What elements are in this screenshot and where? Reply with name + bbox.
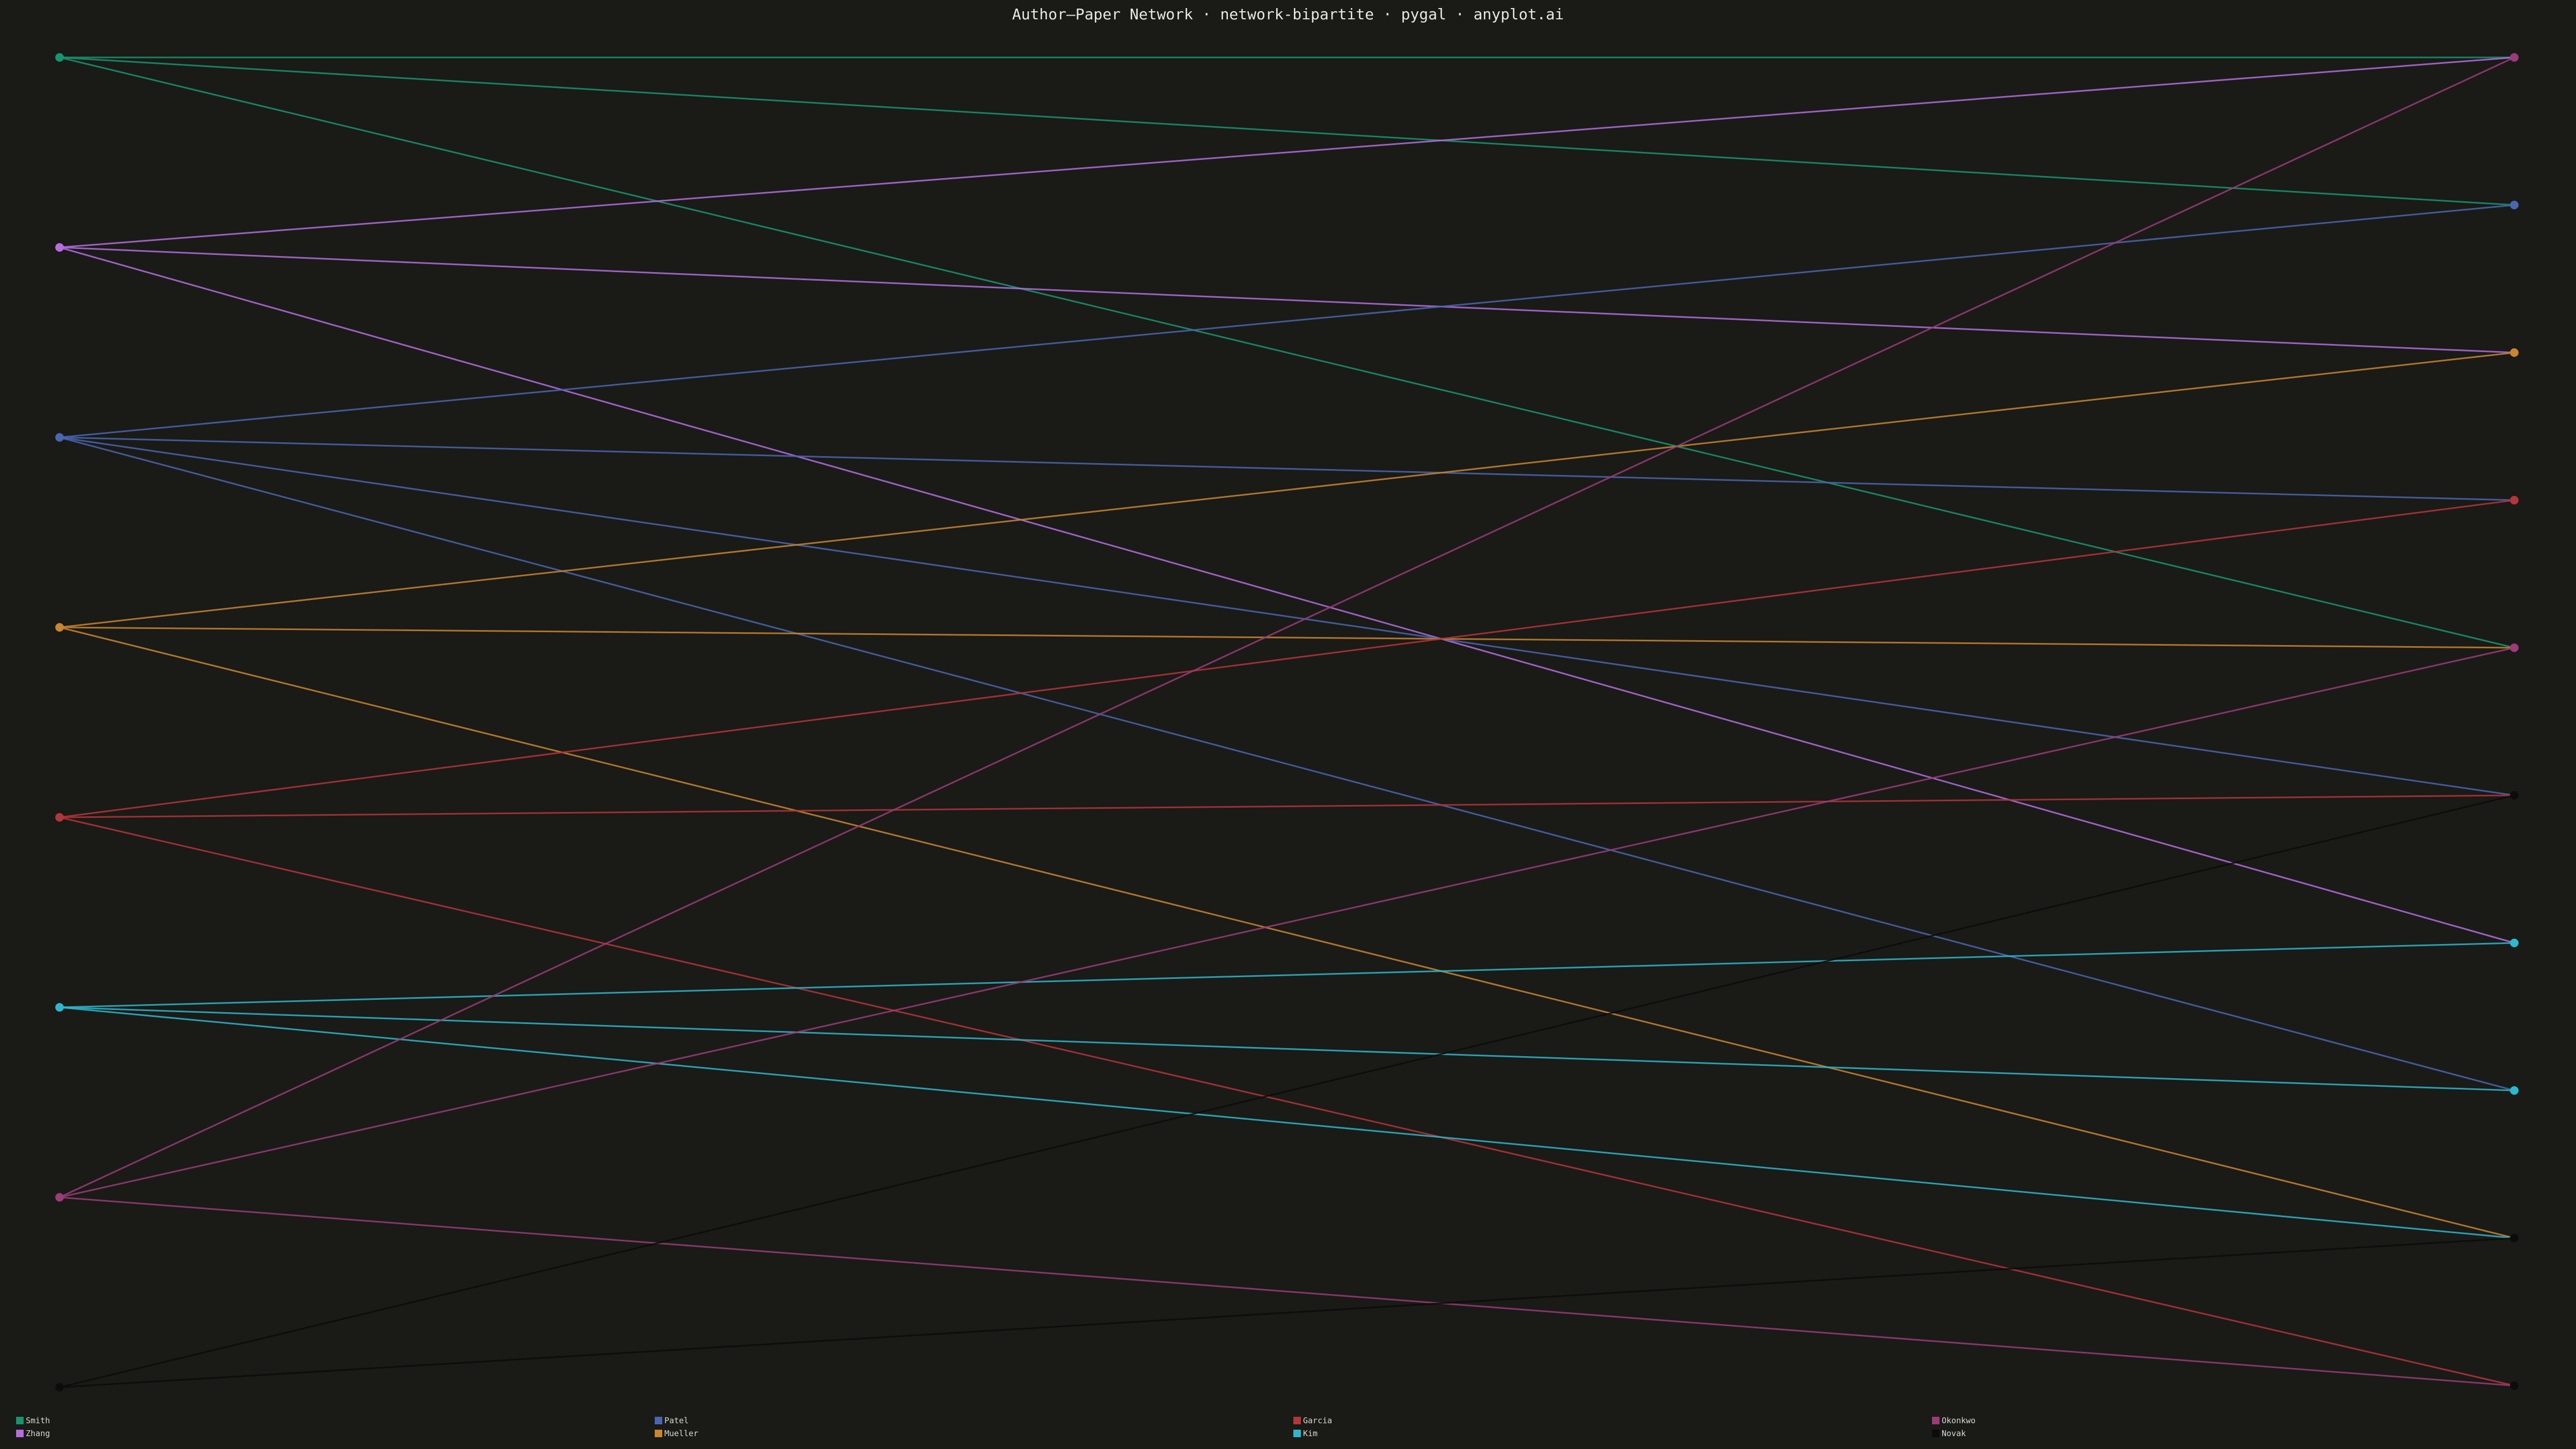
legend-swatch-zhang: [16, 1430, 24, 1437]
author-node-kim[interactable]: [55, 1003, 64, 1012]
legend-label-kim: Kim: [1303, 1429, 1318, 1438]
bipartite-network-diagram: Author–Paper Network · network-bipartite…: [0, 0, 2576, 1449]
paper-node-1[interactable]: [2510, 53, 2519, 62]
diagram-title: Author–Paper Network · network-bipartite…: [1012, 5, 1564, 23]
author-node-mueller[interactable]: [55, 623, 64, 632]
legend-label-zhang: Zhang: [26, 1429, 50, 1438]
author-node-novak[interactable]: [55, 1383, 64, 1392]
paper-node-3[interactable]: [2510, 348, 2519, 357]
paper-node-10[interactable]: [2510, 1381, 2519, 1390]
paper-node-9[interactable]: [2510, 1234, 2519, 1242]
legend-label-garcia: Garcia: [1303, 1416, 1332, 1425]
paper-node-8[interactable]: [2510, 1086, 2519, 1095]
legend-swatch-smith: [16, 1417, 24, 1424]
legend-label-smith: Smith: [26, 1416, 50, 1425]
legend-label-mueller: Mueller: [664, 1429, 698, 1438]
author-node-okonkwo[interactable]: [55, 1193, 64, 1202]
legend-swatch-garcia: [1293, 1417, 1301, 1424]
legend-label-patel: Patel: [664, 1416, 689, 1425]
legend-label-novak: Novak: [1942, 1429, 1966, 1438]
legend-swatch-novak: [1932, 1430, 1940, 1437]
legend-swatch-mueller: [655, 1430, 662, 1437]
paper-node-7[interactable]: [2510, 939, 2519, 947]
diagram-background: [0, 0, 2576, 1449]
paper-node-5[interactable]: [2510, 643, 2519, 652]
paper-node-6[interactable]: [2510, 791, 2519, 800]
author-node-garcia[interactable]: [55, 813, 64, 822]
author-node-patel[interactable]: [55, 433, 64, 442]
legend-swatch-kim: [1293, 1430, 1301, 1437]
legend-label-okonkwo: Okonkwo: [1942, 1416, 1975, 1425]
legend-swatch-patel: [655, 1417, 662, 1424]
author-node-zhang[interactable]: [55, 243, 64, 252]
paper-node-4[interactable]: [2510, 496, 2519, 504]
paper-node-2[interactable]: [2510, 201, 2519, 209]
author-node-smith[interactable]: [55, 53, 64, 62]
legend-swatch-okonkwo: [1932, 1417, 1940, 1424]
